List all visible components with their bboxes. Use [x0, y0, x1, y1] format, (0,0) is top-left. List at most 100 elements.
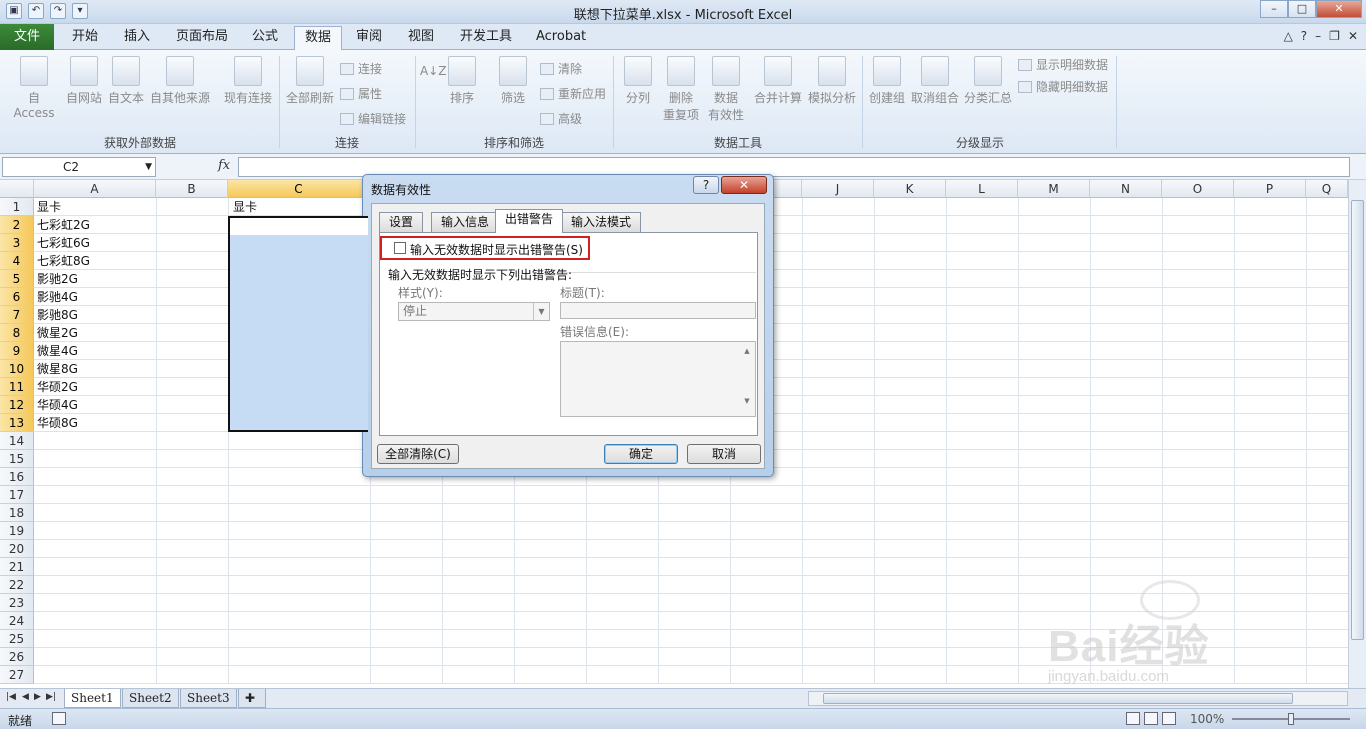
page-break-view-icon[interactable] — [1162, 712, 1176, 725]
tab-formulas[interactable]: 公式 — [242, 26, 288, 50]
title-input[interactable] — [560, 302, 756, 319]
workbook-minimize-icon[interactable]: – — [1315, 29, 1321, 43]
text-to-columns-button[interactable]: 分列 — [618, 56, 658, 106]
subtotal-button[interactable]: 分类汇总 — [962, 56, 1014, 106]
vertical-scrollbar[interactable] — [1348, 180, 1366, 688]
filter-button[interactable]: 筛选 — [496, 56, 530, 106]
dialog-help-button[interactable]: ? — [693, 176, 719, 194]
from-access-button[interactable]: 自 Access — [6, 56, 62, 120]
show-detail-button[interactable]: 显示明细数据 — [1018, 56, 1108, 73]
horizontal-scroll-thumb[interactable] — [823, 693, 1293, 704]
refresh-all-button[interactable]: 全部刷新 — [284, 56, 336, 106]
row-header[interactable]: 4 — [0, 252, 34, 270]
insert-function-icon[interactable]: fx — [218, 158, 230, 173]
textarea-scrollbar[interactable]: ▲ ▼ — [739, 342, 755, 416]
next-sheet-icon[interactable]: ▶ — [34, 692, 41, 702]
dialog-close-button[interactable]: ✕ — [721, 176, 767, 194]
row-header[interactable]: 21 — [0, 558, 34, 576]
row-header[interactable]: 8 — [0, 324, 34, 342]
ungroup-button[interactable]: 取消组合 — [910, 56, 960, 106]
column-header-c[interactable]: C — [228, 180, 370, 198]
properties-button[interactable]: 属性 — [340, 85, 382, 102]
row-header[interactable]: 9 — [0, 342, 34, 360]
cell-a6[interactable]: 影驰4G — [34, 288, 78, 306]
tab-page-layout[interactable]: 页面布局 — [166, 26, 238, 50]
sheet-tab-sheet3[interactable]: Sheet3 — [180, 689, 237, 708]
ok-button[interactable]: 确定 — [604, 444, 678, 464]
column-header-l[interactable]: L — [946, 180, 1018, 198]
row-header[interactable]: 24 — [0, 612, 34, 630]
row-header[interactable]: 25 — [0, 630, 34, 648]
clear-all-button[interactable]: 全部清除(C) — [377, 444, 459, 464]
close-button[interactable]: ✕ — [1316, 0, 1362, 18]
cell-a8[interactable]: 微星2G — [34, 324, 78, 342]
dialog-tab-error-alert[interactable]: 出错警告 — [495, 209, 564, 233]
tab-developer[interactable]: 开发工具 — [450, 26, 522, 50]
reapply-button[interactable]: 重新应用 — [540, 85, 606, 102]
cell-a9[interactable]: 微星4G — [34, 342, 78, 360]
show-error-alert-label[interactable]: 输入无效数据时显示出错警告(S) — [410, 241, 583, 258]
cell-a2[interactable]: 七彩虹2G — [34, 216, 90, 234]
normal-view-icon[interactable] — [1126, 712, 1140, 725]
minimize-button[interactable]: – — [1260, 0, 1288, 18]
cell-a5[interactable]: 影驰2G — [34, 270, 78, 288]
cell-a7[interactable]: 影驰8G — [34, 306, 78, 324]
cell-c1[interactable]: 显卡 — [230, 198, 257, 216]
column-header-p[interactable]: P — [1234, 180, 1306, 198]
row-header[interactable]: 17 — [0, 486, 34, 504]
column-header-b[interactable]: B — [156, 180, 228, 198]
row-header[interactable]: 5 — [0, 270, 34, 288]
cancel-button[interactable]: 取消 — [687, 444, 761, 464]
row-header[interactable]: 26 — [0, 648, 34, 666]
chevron-down-icon[interactable]: ▼ — [145, 158, 152, 176]
column-header-j[interactable]: J — [802, 180, 874, 198]
vertical-scroll-thumb[interactable] — [1351, 200, 1364, 640]
sort-button[interactable]: 排序 — [446, 56, 478, 106]
workbook-close-icon[interactable]: ✕ — [1348, 29, 1358, 43]
dialog-tab-input-message[interactable]: 输入信息 — [431, 212, 500, 232]
row-header[interactable]: 12 — [0, 396, 34, 414]
advanced-filter-button[interactable]: 高级 — [540, 110, 582, 127]
data-validation-button[interactable]: 数据 有效性 — [702, 56, 750, 123]
active-cell[interactable] — [230, 218, 368, 235]
minimize-ribbon-icon[interactable]: △ — [1284, 29, 1293, 43]
cell-a4[interactable]: 七彩虹8G — [34, 252, 90, 270]
last-sheet-icon[interactable]: ▶| — [46, 692, 56, 702]
row-header[interactable]: 22 — [0, 576, 34, 594]
column-header-o[interactable]: O — [1162, 180, 1234, 198]
row-header[interactable]: 3 — [0, 234, 34, 252]
existing-connections-button[interactable]: 现有连接 — [222, 56, 274, 106]
sheet-tab-sheet1[interactable]: Sheet1 — [64, 689, 121, 708]
group-button[interactable]: 创建组 — [866, 56, 908, 106]
from-web-button[interactable]: 自网站 — [64, 56, 104, 106]
horizontal-scrollbar[interactable] — [808, 691, 1348, 706]
insert-sheet-icon[interactable]: ✚ — [238, 689, 266, 708]
column-header-q[interactable]: Q — [1306, 180, 1348, 198]
page-layout-view-icon[interactable] — [1144, 712, 1158, 725]
consolidate-button[interactable]: 合并计算 — [752, 56, 804, 106]
row-header[interactable]: 18 — [0, 504, 34, 522]
error-message-textarea[interactable]: ▲ ▼ — [560, 341, 756, 417]
workbook-restore-icon[interactable]: ❐ — [1329, 29, 1340, 43]
cell-a11[interactable]: 华硕2G — [34, 378, 78, 396]
help-icon[interactable]: ? — [1301, 29, 1307, 43]
row-header[interactable]: 19 — [0, 522, 34, 540]
dialog-tab-ime-mode[interactable]: 输入法模式 — [561, 212, 642, 232]
cell-a12[interactable]: 华硕4G — [34, 396, 78, 414]
column-header-a[interactable]: A — [34, 180, 156, 198]
tab-file[interactable]: 文件 — [0, 24, 54, 50]
row-header[interactable]: 15 — [0, 450, 34, 468]
select-all-corner[interactable] — [0, 180, 34, 198]
cell-a10[interactable]: 微星8G — [34, 360, 78, 378]
column-header-k[interactable]: K — [874, 180, 946, 198]
column-header-n[interactable]: N — [1090, 180, 1162, 198]
prev-sheet-icon[interactable]: ◀ — [22, 692, 29, 702]
sheet-tab-sheet2[interactable]: Sheet2 — [122, 689, 179, 708]
row-header[interactable]: 16 — [0, 468, 34, 486]
zoom-level[interactable]: 100% — [1190, 712, 1224, 726]
connections-button[interactable]: 连接 — [340, 60, 382, 77]
tab-data[interactable]: 数据 — [294, 26, 343, 51]
macro-record-icon[interactable] — [52, 712, 66, 725]
column-header-m[interactable]: M — [1018, 180, 1090, 198]
row-header[interactable]: 13 — [0, 414, 34, 432]
